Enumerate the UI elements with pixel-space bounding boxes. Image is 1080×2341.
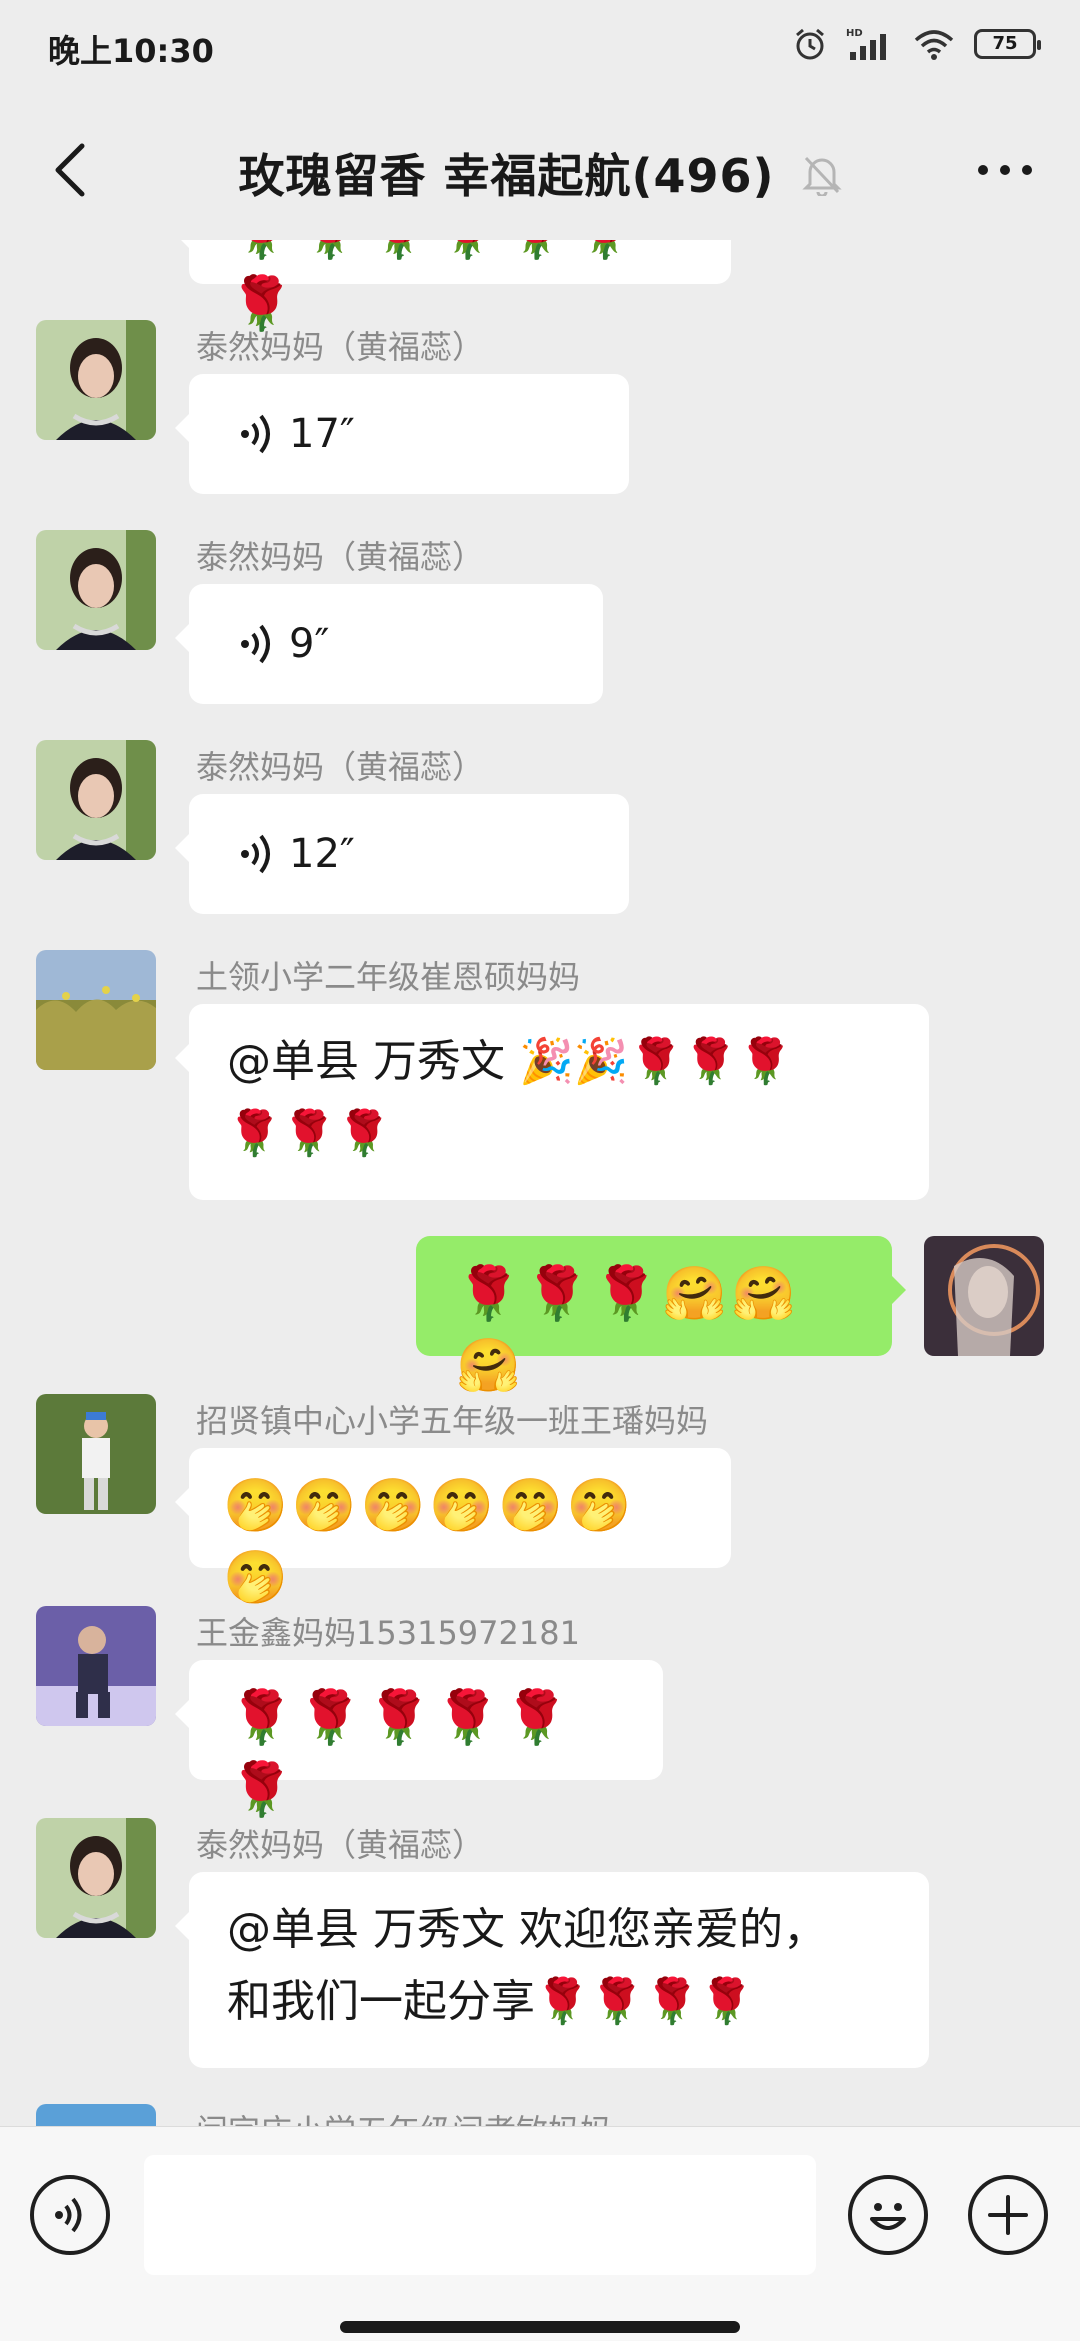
voice-wave-icon — [241, 414, 270, 454]
chat-title: 玫瑰留香 幸福起航(496) — [0, 140, 1080, 207]
message-text: 🌹🌹🌹🤗🤗🤗 — [456, 1264, 800, 1396]
battery-icon: 75 — [974, 29, 1041, 59]
plus-button[interactable] — [968, 2175, 1048, 2255]
voice-wave-icon — [241, 624, 270, 664]
message-text-line: 🌹🌹🌹 — [227, 1108, 392, 1159]
message-input[interactable] — [144, 2155, 816, 2275]
voice-duration: 9″ — [289, 621, 330, 667]
voice-message-bubble[interactable]: 9″ — [175, 584, 603, 704]
voice-message-bubble[interactable]: 17″ — [175, 374, 629, 494]
message-text-line: 和我们一起分享🌹🌹🌹🌹 — [227, 1976, 755, 2027]
sender-name: 泰然妈妈（黄福蕊） — [196, 1826, 485, 1864]
message-list[interactable]: 🌹🌹🌹🌹🌹🌹🌹 泰然妈妈（黄福蕊） 17″ — [0, 240, 1080, 2126]
alarm-icon — [796, 28, 824, 60]
avatar[interactable] — [36, 950, 156, 1070]
voice-message-bubble[interactable]: 12″ — [175, 794, 629, 914]
message-bubble[interactable]: 🌹🌹🌹🌹🌹🌹🌹 — [175, 240, 731, 334]
sender-name: 闫字庄小学五年级闫孝敏妈妈 — [196, 2106, 612, 2126]
group-name: 玫瑰留香 幸福起航(496) — [238, 149, 775, 203]
sender-name: 王金鑫妈妈15315972181 — [196, 1614, 580, 1652]
text-message-bubble[interactable]: @单县 万秀文 欢迎您亲爱的， 和我们一起分享🌹🌹🌹🌹 — [175, 1872, 929, 2068]
message-text-line: @单县 万秀文 欢迎您亲爱的， — [227, 1904, 827, 1955]
sender-name: 泰然妈妈（黄福蕊） — [196, 328, 485, 366]
input-bar — [0, 2126, 1080, 2341]
avatar[interactable] — [36, 1606, 156, 1726]
status-bar: 晚上10:30 HD 75 — [0, 0, 1080, 100]
more-button[interactable] — [970, 140, 1040, 200]
plus-icon — [988, 2195, 1028, 2235]
more-dots-icon — [978, 165, 1032, 175]
message-bubble-self[interactable]: 🌹🌹🌹🤗🤗🤗 — [416, 1236, 906, 1396]
voice-duration: 12″ — [289, 831, 355, 877]
message-text: 🌹🌹🌹🌹🌹🌹 — [229, 1688, 573, 1820]
avatar[interactable] — [36, 2104, 156, 2126]
svg-text:HD: HD — [846, 28, 863, 39]
voice-wave-icon — [241, 834, 270, 874]
message-bubble[interactable]: 🤭🤭🤭🤭🤭🤭🤭 — [175, 1448, 731, 1608]
status-time: 晚上10:30 — [48, 32, 214, 70]
emoji-icon — [870, 2203, 906, 2230]
avatar[interactable] — [36, 320, 156, 440]
avatar[interactable] — [36, 1818, 156, 1938]
avatar[interactable] — [36, 740, 156, 860]
sender-name: 泰然妈妈（黄福蕊） — [196, 538, 485, 576]
bell-off-icon — [801, 152, 842, 207]
message-text: 🤭🤭🤭🤭🤭🤭🤭 — [223, 1476, 636, 1608]
sender-name: 土领小学二年级崔恩硕妈妈 — [196, 958, 581, 996]
message-text-line: @单县 万秀文 🎉🎉🌹🌹🌹 — [227, 1036, 793, 1087]
voice-duration: 17″ — [289, 411, 355, 457]
home-indicator[interactable] — [340, 2321, 740, 2333]
sender-name: 招贤镇中心小学五年级一班王璠妈妈 — [196, 1402, 709, 1440]
message-bubble[interactable]: 🌹🌹🌹🌹🌹🌹 — [175, 1660, 663, 1820]
text-message-bubble[interactable]: @单县 万秀文 🎉🎉🌹🌹🌹 🌹🌹🌹 — [175, 1004, 929, 1200]
status-icons: HD 75 — [792, 26, 1041, 62]
voice-input-icon — [55, 2197, 82, 2233]
self-avatar[interactable] — [924, 1236, 1044, 1356]
chat-header: 玫瑰留香 幸福起航(496) — [0, 100, 1080, 240]
message-text: 🌹🌹🌹🌹🌹🌹🌹 — [229, 240, 637, 334]
sender-name: 泰然妈妈（黄福蕊） — [196, 748, 485, 786]
emoji-button[interactable] — [848, 2175, 928, 2255]
hd-signal-icon: HD — [846, 28, 886, 60]
voice-input-button[interactable] — [30, 2175, 110, 2255]
avatar[interactable] — [36, 1394, 156, 1514]
wifi-icon — [914, 30, 954, 60]
avatar[interactable] — [36, 530, 156, 650]
